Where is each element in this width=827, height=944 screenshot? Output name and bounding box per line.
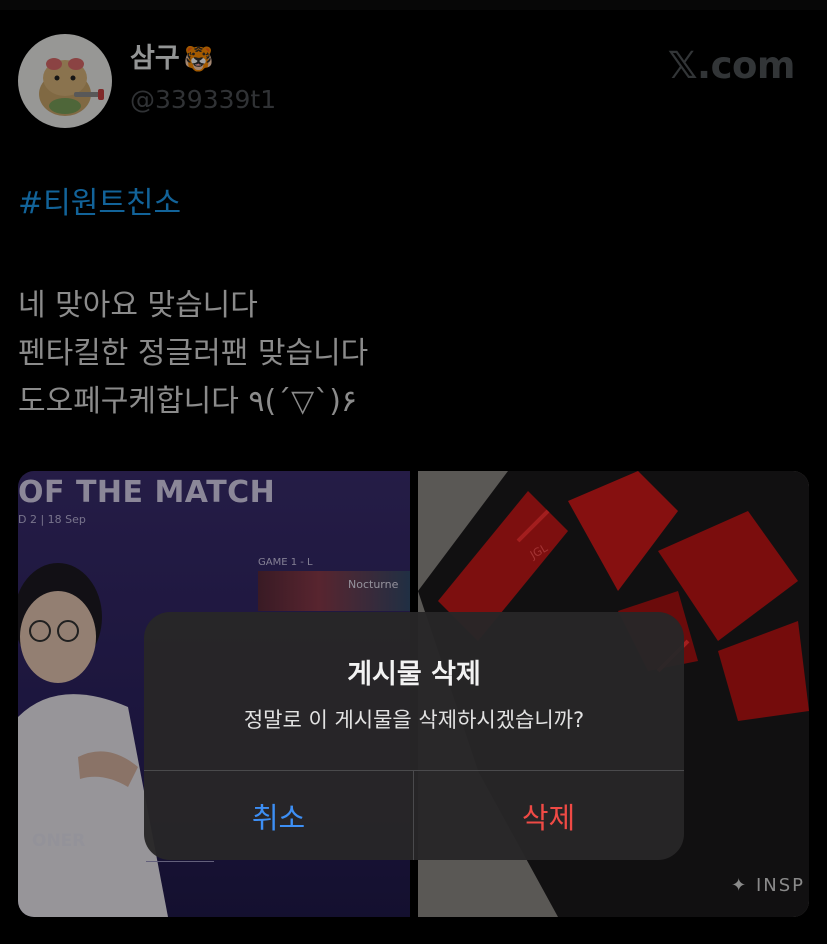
dialog-message: 정말로 이 게시물을 삭제하시겠습니까?: [243, 708, 585, 732]
cancel-button[interactable]: 취소: [144, 771, 413, 860]
delete-button[interactable]: 삭제: [414, 771, 683, 860]
dialog-title: 게시물 삭제: [347, 659, 481, 690]
delete-post-dialog: 게시물 삭제 정말로 이 게시물을 삭제하시겠습니까? 취소 삭제: [144, 612, 684, 860]
